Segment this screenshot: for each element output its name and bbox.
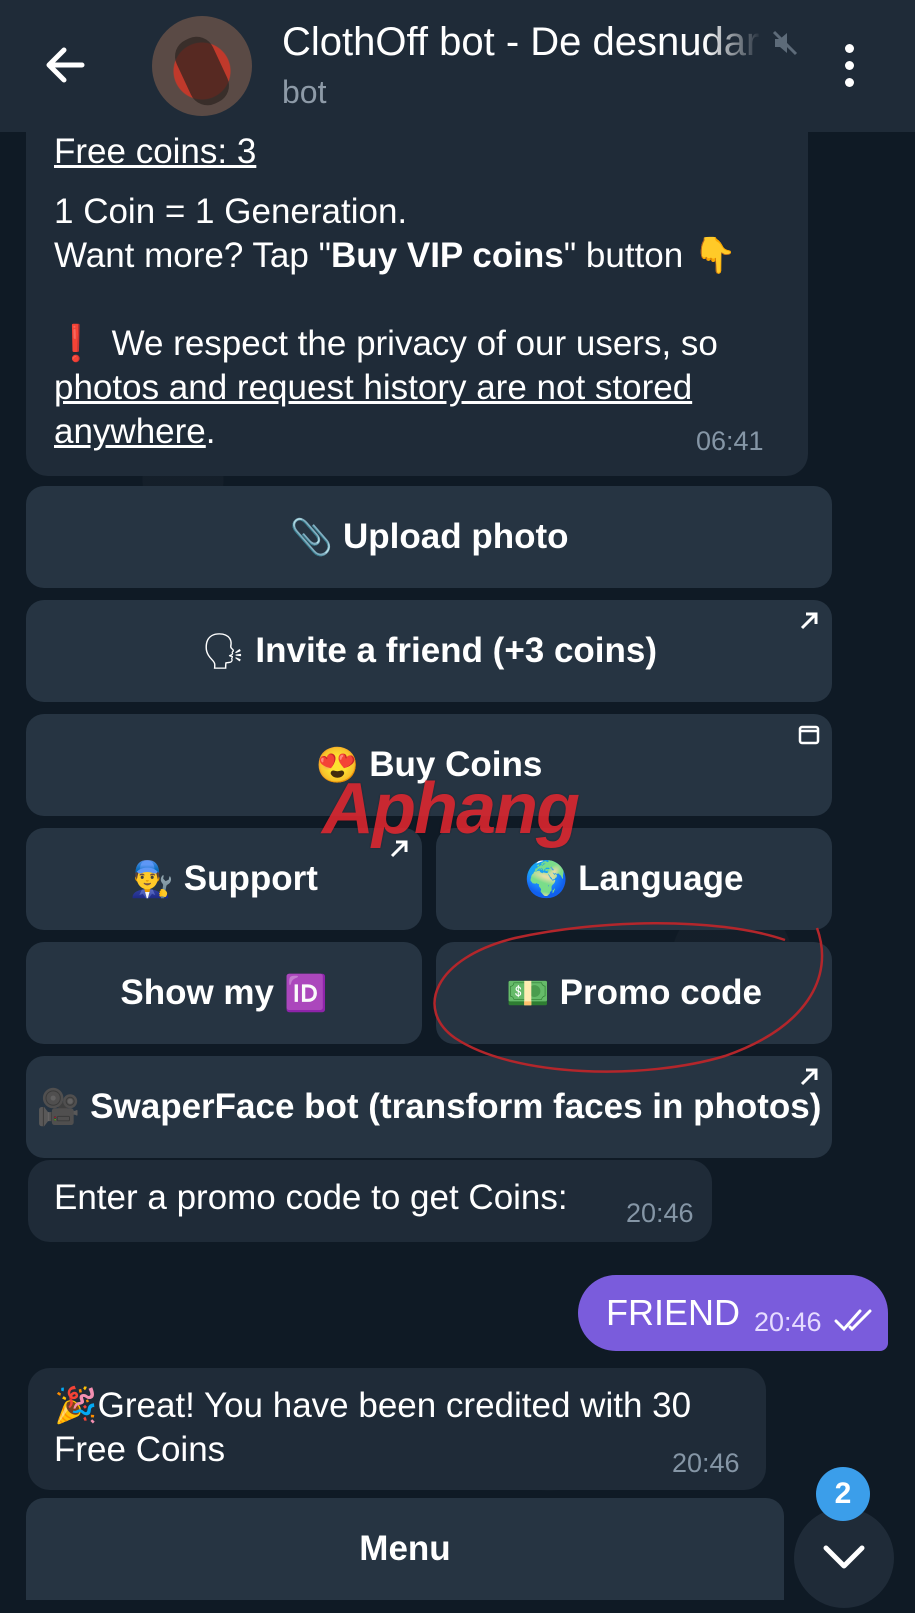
paperclip-icon: 📎: [289, 517, 334, 557]
exclamation-icon: ❗: [54, 324, 98, 363]
read-checkmarks-icon: [834, 1309, 872, 1332]
message-time: 20:46: [626, 1198, 694, 1228]
promo-prompt-message: Enter a promo code to get Coins: 20:46: [28, 1160, 712, 1242]
more-options-icon[interactable]: [842, 44, 856, 88]
button-label: Buy Coins: [369, 745, 543, 784]
message-text: FRIEND: [606, 1292, 740, 1333]
camera-icon: 🎥: [36, 1087, 81, 1127]
want-more-line: Want more? Tap "Buy VIP coins" button 👇: [54, 236, 737, 275]
button-label: Upload photo: [343, 517, 569, 556]
mechanic-icon: 👨‍🔧: [130, 859, 174, 899]
upload-photo-button[interactable]: 📎 Upload photo: [26, 486, 832, 588]
menu-label: Menu: [359, 1529, 451, 1568]
money-icon: 💵: [506, 973, 550, 1013]
privacy-line: ❗ We respect the privacy of our users, so…: [54, 324, 718, 451]
button-label: Invite a friend (+3 coins): [255, 631, 658, 670]
external-link-icon: [800, 612, 818, 630]
muted-icon: [772, 30, 798, 56]
language-button[interactable]: 🌍 Language: [436, 828, 832, 930]
intro-message: Free coins: 3 1 Coin = 1 Generation. Wan…: [26, 110, 808, 476]
credited-message: 🎉Great! You have been credited with 30 F…: [28, 1368, 766, 1490]
message-text: Enter a promo code to get Coins:: [54, 1178, 568, 1217]
speaking-head-icon: 🗣: [200, 631, 246, 671]
message-time: 06:41: [696, 426, 764, 456]
show-my-id-button[interactable]: Show my 🆔: [26, 942, 422, 1044]
menu-button[interactable]: Menu: [26, 1498, 784, 1600]
message-time: 20:46: [672, 1448, 740, 1478]
external-link-icon: [390, 840, 408, 858]
privacy-link[interactable]: photos and request history are not store…: [54, 368, 692, 451]
external-link-icon: [800, 1068, 818, 1086]
button-label: Promo code: [559, 973, 762, 1012]
scroll-down-button[interactable]: [794, 1508, 894, 1608]
message-time: 20:46: [754, 1307, 822, 1337]
outgoing-message: FRIEND 20:46: [578, 1275, 888, 1351]
globe-icon: 🌍: [524, 859, 569, 899]
unread-badge: 2: [816, 1467, 870, 1521]
button-label: Support: [183, 859, 318, 898]
chevron-down-icon: [823, 1545, 865, 1569]
coin-rule: 1 Coin = 1 Generation.: [54, 192, 408, 231]
pointing-down-icon: 👇: [692, 236, 737, 275]
swaperface-button[interactable]: 🎥 SwaperFace bot (transform faces in pho…: [26, 1056, 832, 1158]
heart-eyes-icon: 😍: [315, 745, 360, 785]
buy-coins-button[interactable]: 😍 Buy Coins: [26, 714, 832, 816]
support-button[interactable]: 👨‍🔧 Support: [26, 828, 422, 930]
buy-vip-text: Buy VIP coins: [331, 236, 564, 275]
button-label: Show my: [120, 973, 275, 1012]
button-label: SwaperFace bot (transform faces in photo…: [90, 1087, 822, 1126]
chat-subtitle: bot: [282, 74, 327, 110]
id-icon: 🆔: [284, 973, 328, 1013]
chat-title[interactable]: ClothOff bot - De desnudar: [282, 20, 762, 65]
bot-avatar[interactable]: [152, 16, 252, 116]
back-arrow-icon[interactable]: [40, 40, 90, 90]
promo-code-button[interactable]: 💵 Promo code: [436, 942, 832, 1044]
button-label: Language: [578, 859, 744, 898]
free-coins-line: Free coins: 3: [54, 132, 257, 171]
message-text: 🎉Great! You have been credited with 30 F…: [54, 1386, 692, 1469]
chat-header: ClothOff bot - De desnudar bot: [0, 0, 915, 132]
invite-friend-button[interactable]: 🗣 Invite a friend (+3 coins): [26, 600, 832, 702]
web-app-icon: [798, 725, 820, 745]
party-popper-icon: 🎉: [54, 1386, 98, 1425]
intro-text: 1 Coin = 1 Generation. Want more? Tap "B…: [54, 190, 784, 454]
